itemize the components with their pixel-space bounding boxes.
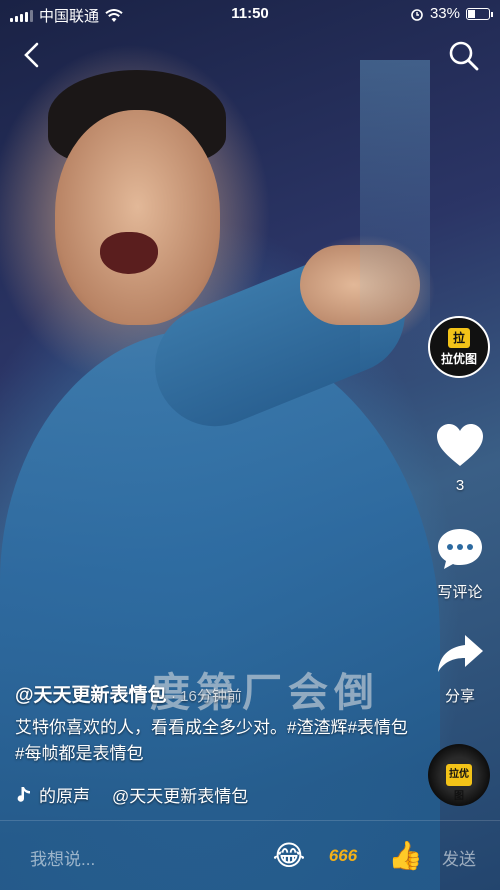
author-handle[interactable]: @天天更新表情包 xyxy=(15,685,167,706)
video-figure-hand xyxy=(300,245,420,325)
send-button[interactable]: 发送 xyxy=(442,845,476,870)
creator-avatar[interactable]: 拉 拉优图 xyxy=(428,316,490,378)
caption-text: 艾特你喜欢的人，看看成全多少对。#渣渣辉#表情包#每帧都是表情包 xyxy=(15,718,408,763)
music-note-icon xyxy=(17,786,30,802)
comment-bubble-icon xyxy=(438,529,482,569)
comment-button[interactable]: 写评论 xyxy=(422,526,498,602)
like-count: 3 xyxy=(455,477,465,494)
music-label: 的原声 xyxy=(39,787,90,806)
comment-label: 写评论 xyxy=(437,584,483,601)
music-author: @天天更新表情包 xyxy=(112,787,249,806)
laughing-emoji-icon[interactable]: 😂 xyxy=(272,839,306,873)
battery-percent: 33% xyxy=(429,5,460,22)
share-button[interactable]: 分享 xyxy=(422,632,498,706)
music-disc-icon[interactable]: 拉优图 xyxy=(428,744,490,806)
video-figure-mouth xyxy=(100,232,158,274)
comment-bar: 我想说... 😂 666 👍 发送 xyxy=(0,820,500,890)
video-caption: @天天更新表情包 · 16分钟前 艾特你喜欢的人，看看成全多少对。#渣渣辉#表情… xyxy=(15,680,415,767)
music-info[interactable]: 的原声 @天天更新表情包 xyxy=(15,782,248,807)
music-disc-badge: 拉优图 xyxy=(446,764,472,802)
alarm-icon xyxy=(411,8,423,21)
thumbs-up-emoji-icon[interactable]: 👍 xyxy=(388,839,423,873)
666-emoji-icon[interactable]: 666 xyxy=(326,839,360,873)
creator-avatar-name: 拉优图 xyxy=(440,351,477,366)
share-label: 分享 xyxy=(444,688,475,705)
post-time: · 16分钟前 xyxy=(170,688,242,705)
video-figure-face xyxy=(55,110,220,325)
chevron-left-icon[interactable] xyxy=(18,40,48,70)
search-icon[interactable] xyxy=(448,40,480,72)
battery-icon xyxy=(466,7,493,20)
comment-input[interactable]: 我想说... xyxy=(30,845,95,870)
share-arrow-icon xyxy=(438,635,483,672)
creator-avatar-badge: 拉 xyxy=(448,327,470,348)
like-button[interactable]: 3 xyxy=(422,422,498,494)
heart-icon xyxy=(437,424,483,466)
status-bar: 中国联通 11:50 33% xyxy=(0,0,500,30)
